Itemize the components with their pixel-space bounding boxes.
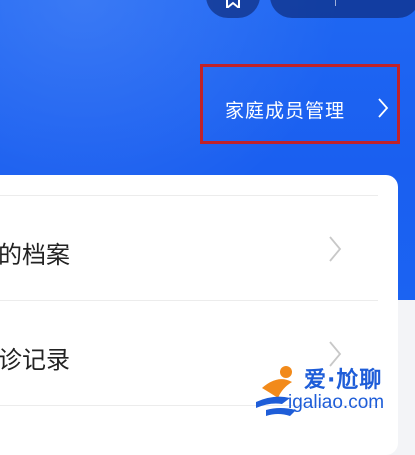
chevron-right-icon [378, 98, 389, 118]
divider [0, 195, 378, 196]
capsule-divider [335, 0, 336, 6]
family-member-management-link[interactable]: 家庭成员管理 [200, 64, 400, 144]
list-item-archive[interactable]: 的档案 [0, 199, 398, 299]
star-icon [226, 0, 240, 8]
capsule-menu[interactable] [270, 0, 415, 18]
family-member-management-label: 家庭成员管理 [225, 100, 346, 122]
list-item-label: 诊记录 [0, 346, 70, 374]
list-item-label: 的档案 [0, 241, 70, 269]
divider [0, 300, 378, 301]
watermark-url: igaliao.com [288, 392, 385, 413]
watermark: 爱·尬聊 igaliao.com [252, 362, 412, 422]
chevron-right-icon [329, 236, 342, 262]
watermark-title: 爱·尬聊 [304, 368, 383, 393]
